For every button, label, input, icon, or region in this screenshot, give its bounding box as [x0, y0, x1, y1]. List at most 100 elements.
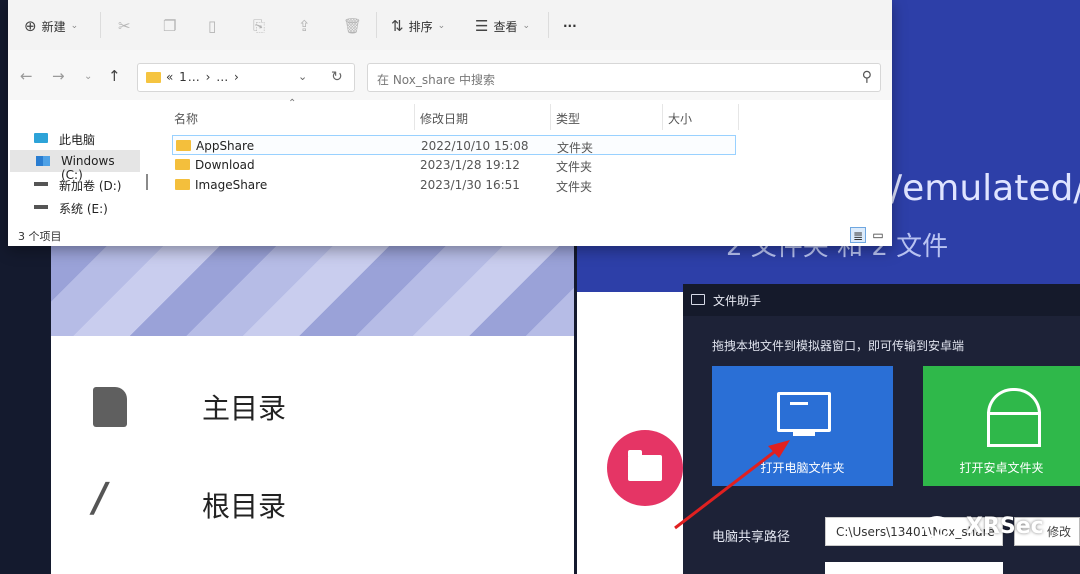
search-input[interactable]: 在 Nox_share 中搜索 ⚲ [367, 63, 881, 92]
command-bar: ⊕ 新建 ⌄ ✂ ❐ ▯ ⎘ ⇪ 🗑 ⇅ 排序 ⌄ ☰ 查看 ⌄ ··· [8, 0, 892, 51]
file-type: 文件夹 [557, 141, 594, 155]
assistant-title-bar: 文件助手 [683, 284, 1080, 316]
nav-item-drive-d[interactable]: 新加卷 (D:) [8, 173, 138, 195]
nav-item-this-pc[interactable]: 此电脑 [8, 127, 138, 149]
sidebar-banner [51, 245, 574, 336]
rename-icon: ⎘ [253, 17, 266, 35]
windows-drive-icon [36, 156, 50, 166]
refresh-icon[interactable]: ↻ [331, 69, 343, 85]
sd-card-icon [93, 387, 127, 427]
table-row[interactable]: ImageShare 2023/1/30 16:51 文件夹 [172, 175, 736, 195]
column-divider[interactable] [414, 104, 415, 130]
address-bar-row: ← → ⌄ ↑ « 1… › … › ⌄ ↻ 在 Nox_share 中搜索 ⚲ [8, 50, 892, 100]
column-header-name[interactable]: 名称 [174, 110, 198, 127]
item-count: 3 个项目 [18, 230, 62, 243]
new-button[interactable]: ⊕ 新建 ⌄ [24, 16, 78, 36]
computer-icon [777, 392, 831, 432]
column-divider[interactable] [662, 104, 663, 130]
trash-icon: 🗑 [343, 17, 363, 35]
view-list-icon: ☰ [475, 17, 489, 35]
view-button[interactable]: ☰ 查看 ⌄ [475, 16, 530, 36]
nav-item-drive-e[interactable]: 系统 (E:) [8, 196, 138, 218]
computer-stand [793, 432, 815, 436]
paste-icon: ▯ [208, 17, 217, 35]
sort-label: 排序 [408, 19, 433, 34]
scissors-icon: ✂ [118, 17, 131, 35]
folder-icon [628, 450, 662, 481]
computer-icon [34, 133, 48, 143]
menu-item-label: 根目录 [202, 490, 287, 523]
navigation-pane: 此电脑 Windows (C:) 新加卷 (D:) 系统 (E:) [8, 100, 154, 226]
status-bar: 3 个项目 ≣ ▭ [8, 226, 892, 246]
new-label: 新建 [41, 19, 66, 34]
file-name: AppShare [196, 139, 255, 153]
copy-button[interactable]: ❐ [163, 16, 176, 36]
breadcrumb[interactable]: « 1… › … › [166, 70, 240, 84]
toolbar-divider [100, 12, 101, 38]
recent-chevron-icon[interactable]: ⌄ [84, 71, 92, 82]
up-arrow-icon[interactable]: ↑ [108, 67, 121, 85]
view-label: 查看 [493, 19, 518, 34]
drive-icon [34, 205, 48, 209]
tiles-view-icon[interactable]: ▭ [870, 227, 886, 243]
nav-item-label: 系统 (E:) [59, 202, 108, 216]
folder-icon [175, 179, 190, 190]
file-list: ⌃ 名称 修改日期 类型 大小 AppShare 2022/10/10 15:0… [163, 98, 892, 226]
current-path: /emulated/0 [890, 168, 1080, 209]
copy-icon: ❐ [163, 17, 177, 35]
open-android-folder-button[interactable]: 打开安卓文件夹 [923, 366, 1080, 486]
chevron-down-icon[interactable]: ⌄ [298, 70, 307, 83]
folder-icon [176, 140, 191, 151]
paste-button[interactable]: ▯ [208, 16, 216, 36]
toolbar-divider [548, 12, 549, 38]
file-type: 文件夹 [556, 160, 593, 174]
nav-item-label: 新加卷 (D:) [59, 179, 122, 193]
back-arrow-icon[interactable]: ← [20, 67, 33, 85]
android-icon-body [987, 414, 1041, 447]
menu-item-root[interactable]: / 根目录 [51, 463, 574, 543]
table-row[interactable]: AppShare 2022/10/10 15:08 文件夹 [172, 135, 736, 155]
emulator-sidebar: 主目录 / 根目录 [51, 245, 574, 574]
share-icon: ⇪ [298, 17, 311, 35]
column-header-size[interactable]: 大小 [668, 110, 692, 127]
watermark-text: XRSec [966, 514, 1044, 539]
sort-button[interactable]: ⇅ 排序 ⌄ [391, 16, 445, 36]
table-row[interactable]: Download 2023/1/28 19:12 文件夹 [172, 155, 736, 175]
share-path-label: 电脑共享路径 [712, 530, 791, 545]
column-header-date[interactable]: 修改日期 [420, 110, 468, 127]
folder-icon [175, 159, 190, 170]
sort-caret-icon: ⌃ [288, 98, 297, 109]
address-box[interactable]: « 1… › … › ⌄ ↻ [137, 63, 355, 92]
nav-item-windows-c[interactable]: Windows (C:) [10, 150, 140, 182]
chevron-down-icon: ⌄ [437, 21, 446, 31]
android-icon [987, 388, 1041, 415]
rename-button[interactable]: ⎘ [253, 16, 265, 36]
assistant-title: 文件助手 [713, 294, 762, 308]
drive-icon [34, 182, 48, 186]
column-header-type[interactable]: 类型 [556, 110, 580, 127]
column-divider[interactable] [738, 104, 739, 130]
nav-scrollbar[interactable] [146, 174, 148, 190]
forward-arrow-icon[interactable]: → [52, 67, 65, 85]
wechat-icon [924, 516, 957, 541]
share-button[interactable]: ⇪ [298, 16, 311, 36]
file-date: 2022/10/10 15:08 [421, 139, 529, 153]
cut-button[interactable]: ✂ [118, 16, 131, 36]
open-pc-folder-label: 打开电脑文件夹 [760, 461, 845, 475]
sort-icon: ⇅ [391, 17, 404, 35]
delete-button[interactable]: 🗑 [343, 16, 362, 36]
more-button[interactable]: ··· [563, 16, 577, 36]
file-explorer-window: ⊕ 新建 ⌄ ✂ ❐ ▯ ⎘ ⇪ 🗑 ⇅ 排序 ⌄ ☰ 查看 ⌄ ··· ← →… [8, 0, 892, 246]
second-path-input[interactable] [825, 562, 1003, 574]
details-view-icon[interactable]: ≣ [850, 227, 866, 243]
column-divider[interactable] [550, 104, 551, 130]
toolbar-divider [376, 12, 377, 38]
menu-item-home[interactable]: 主目录 [51, 365, 574, 445]
file-name: Download [195, 158, 255, 172]
assistant-description: 拖拽本地文件到模拟器窗口，即可传输到安卓端 [712, 339, 965, 353]
open-pc-folder-button[interactable]: 打开电脑文件夹 [712, 366, 893, 486]
chevron-down-icon: ⌄ [522, 21, 531, 31]
search-icon[interactable]: ⚲ [862, 69, 872, 85]
monitor-icon [691, 294, 705, 305]
folder-fab-button[interactable] [607, 430, 683, 506]
